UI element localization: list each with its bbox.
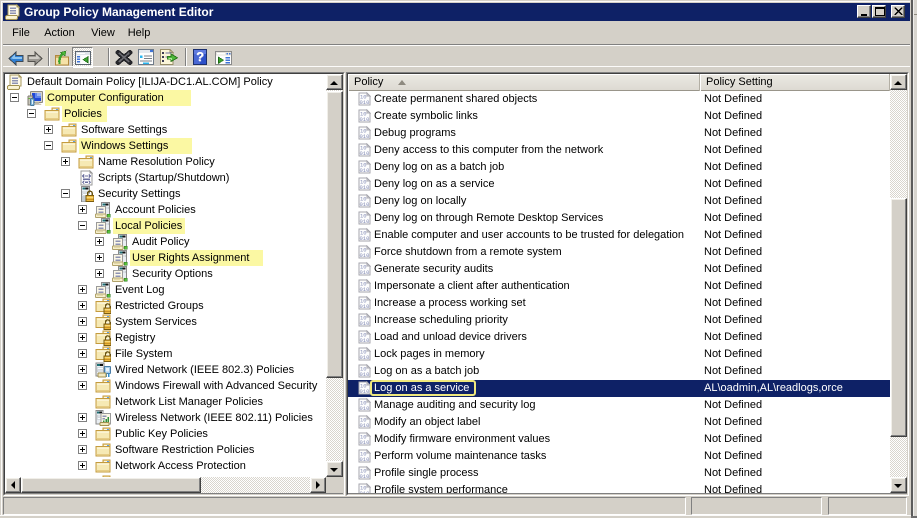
svg-text:010: 010: [360, 99, 370, 106]
svg-text:010: 010: [360, 456, 370, 463]
svg-text:010: 010: [360, 388, 370, 395]
svg-text:010: 010: [360, 133, 370, 140]
svg-text:010: 010: [360, 490, 370, 493]
svg-text:010: 010: [360, 167, 370, 174]
svg-text:010: 010: [360, 116, 370, 123]
svg-text:010: 010: [360, 184, 370, 191]
svg-text:010: 010: [360, 252, 370, 259]
svg-text:010: 010: [360, 201, 370, 208]
svg-text:010: 010: [360, 235, 370, 242]
svg-text:?: ?: [196, 49, 204, 64]
svg-text:010: 010: [360, 439, 370, 446]
svg-text:010: 010: [360, 337, 370, 344]
svg-text:010: 010: [360, 303, 370, 310]
svg-text:010: 010: [360, 422, 370, 429]
svg-text:010: 010: [360, 269, 370, 276]
svg-text:010: 010: [360, 405, 370, 412]
svg-text:010: 010: [360, 320, 370, 327]
svg-text:010: 010: [360, 218, 370, 225]
svg-text:010: 010: [360, 473, 370, 480]
svg-text:010: 010: [360, 354, 370, 361]
svg-text:010: 010: [360, 286, 370, 293]
svg-text:010: 010: [360, 371, 370, 378]
svg-text:010: 010: [360, 150, 370, 157]
